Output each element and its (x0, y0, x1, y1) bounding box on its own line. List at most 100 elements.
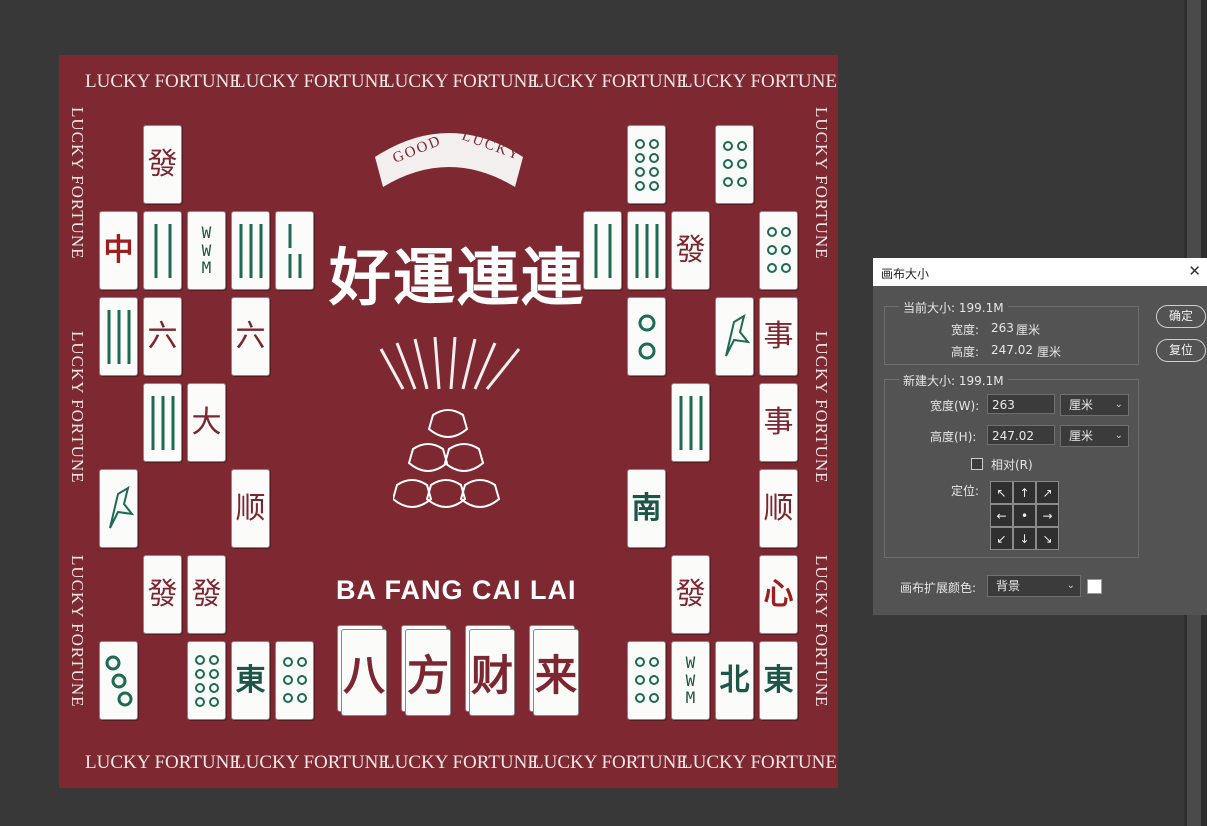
anchor-grid: ↖ ↑ ↗ ← • → ↙ ↓ ↘ (990, 481, 1060, 550)
height-unit-select[interactable]: 厘米 ⌄ (1060, 425, 1129, 447)
mahjong-tile: 發 (671, 211, 710, 290)
mahjong-tile: 中 (99, 211, 138, 290)
circles-icon (634, 656, 659, 703)
anchor-bottom-right-icon[interactable]: ↘ (1036, 527, 1059, 550)
circle-tile (627, 125, 666, 204)
bamboo-tile (143, 211, 182, 290)
circle-tile (275, 641, 314, 720)
mahjong-tile: 南 (627, 469, 666, 548)
bird-tile (715, 297, 754, 376)
bamboo-tile (627, 211, 666, 290)
circle-tile (715, 125, 754, 204)
dialog-title: 画布大小 (881, 267, 930, 281)
document-canvas: LUCKY FORTUNE LUCKY FORTUNE LUCKY FORTUN… (59, 55, 838, 788)
circles-icon (634, 138, 659, 191)
motto-text: 好運連連 (329, 241, 586, 314)
anchor-top-icon[interactable]: ↑ (1013, 481, 1036, 504)
chevron-down-icon: ⌄ (1114, 399, 1123, 410)
mahjong-tile: 顺 (759, 469, 798, 548)
relative-checkbox[interactable] (971, 458, 983, 470)
bird-icon (724, 313, 750, 356)
new-width-label: 宽度(W): (930, 399, 980, 413)
border-text-left: LUCKY FORTUNE (68, 555, 87, 708)
mahjong-tile: 心 (759, 555, 798, 634)
mahjong-tile: 六 (231, 297, 270, 376)
mahjong-tile: 六 (143, 297, 182, 376)
bamboo-icon (594, 223, 611, 278)
bamboo-tile (99, 297, 138, 376)
extension-color-select[interactable]: 背景 ⌄ (987, 575, 1081, 597)
relative-label[interactable]: 相对(R) (991, 456, 1033, 473)
chevron-down-icon: ⌄ (1114, 430, 1123, 441)
width-unit-select[interactable]: 厘米 ⌄ (1060, 394, 1129, 416)
mahjong-tile: 發 (143, 125, 182, 204)
border-text-bottom: LUCKY FORTUNE (532, 752, 688, 773)
anchor-label: 定位: (951, 484, 980, 498)
width-input[interactable]: 263 (987, 394, 1055, 414)
border-text-bottom: LUCKY FORTUNE (234, 752, 390, 773)
bafang-caption: BA FANG CAI LAI (336, 575, 577, 605)
border-text-right: LUCKY FORTUNE (812, 331, 831, 484)
big-tile: 八 (341, 629, 387, 716)
dialog-titlebar[interactable]: 画布大小 ✕ (873, 258, 1207, 286)
mahjong-tile: 發 (143, 555, 182, 634)
close-icon[interactable]: ✕ (1188, 262, 1201, 280)
border-text-bottom: LUCKY FORTUNE (85, 752, 241, 773)
circles-icon (105, 655, 132, 706)
chevron-down-icon: ⌄ (1066, 580, 1075, 591)
border-text-top: LUCKY FORTUNE (681, 71, 837, 92)
border-text-top: LUCKY FORTUNE (532, 71, 688, 92)
new-height-label: 高度(H): (930, 430, 977, 444)
anchor-right-icon[interactable]: → (1036, 504, 1059, 527)
border-text-right: LUCKY FORTUNE (812, 555, 831, 708)
anchor-top-left-icon[interactable]: ↖ (990, 481, 1013, 504)
height-input[interactable]: 247.02 (987, 425, 1055, 445)
circles-icon (638, 314, 655, 359)
mahjong-tile: 發 (187, 555, 226, 634)
new-size-legend: 新建大小: 199.1M (899, 372, 1008, 389)
circle-tile (759, 211, 798, 290)
mahjong-tile: 事 (759, 297, 798, 376)
mahjong-tile: 北 (715, 641, 754, 720)
mahjong-tile: 顺 (231, 469, 270, 548)
circles-icon (766, 226, 791, 273)
big-tile: 财 (469, 629, 515, 716)
bamboo-icon (635, 223, 658, 278)
mahjong-tile: 東 (759, 641, 798, 720)
big-tile: 来 (533, 629, 579, 716)
circles-icon (194, 654, 219, 707)
border-text-top: LUCKY FORTUNE (85, 71, 241, 92)
bamboo-icon (239, 223, 262, 278)
border-text-top: LUCKY FORTUNE (383, 71, 539, 92)
anchor-bottom-icon[interactable]: ↓ (1013, 527, 1036, 550)
anchor-bottom-left-icon[interactable]: ↙ (990, 527, 1013, 550)
current-size-legend: 当前大小: 199.1M (899, 299, 1008, 316)
reset-button[interactable]: 复位 (1156, 339, 1206, 362)
bamboo-tile (583, 211, 622, 290)
anchor-top-right-icon[interactable]: ↗ (1036, 481, 1059, 504)
ok-button[interactable]: 确定 (1156, 305, 1206, 328)
bamboo-icon (107, 309, 130, 364)
anchor-left-icon[interactable]: ← (990, 504, 1013, 527)
current-width-value: 263 (991, 321, 1014, 335)
circle-tile (187, 641, 226, 720)
anchor-center-icon[interactable]: • (1013, 504, 1036, 527)
extension-color-swatch[interactable] (1087, 579, 1102, 594)
circle-tile (627, 297, 666, 376)
mahjong-tile: 事 (759, 383, 798, 462)
current-height-value: 247.02 (991, 343, 1033, 357)
current-width-label: 宽度: (951, 323, 980, 337)
mahjong-tile: 發 (671, 555, 710, 634)
border-text-bottom: LUCKY FORTUNE (383, 752, 539, 773)
good-lucky-arch: GOOD LUCKY (375, 128, 523, 187)
current-height-unit: 厘米 (1037, 345, 1062, 359)
wm-tile: WWM (187, 211, 226, 290)
wm-tile: WWM (671, 641, 710, 720)
mahjong-tile: 大 (187, 383, 226, 462)
border-text-right: LUCKY FORTUNE (812, 107, 831, 260)
gold-ingots-icon (393, 409, 501, 508)
bamboo-icon (154, 223, 171, 278)
bamboo-tile (231, 211, 270, 290)
bamboo-tile (671, 383, 710, 462)
bamboo-icon (288, 223, 301, 278)
